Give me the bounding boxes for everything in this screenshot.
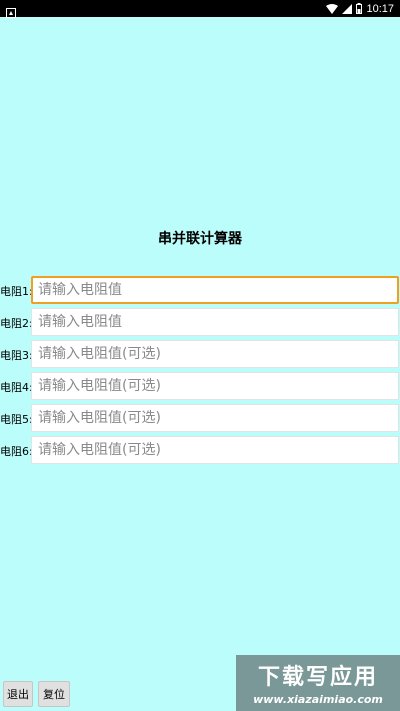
- resistor-row-2: 电阻2:: [0, 308, 400, 336]
- resistor-row-5: 电阻5:: [0, 404, 400, 432]
- resistor-input-2[interactable]: [31, 308, 399, 336]
- watermark-title: 下载写应用: [257, 665, 378, 690]
- resistor-input-3[interactable]: [31, 340, 399, 368]
- exit-button[interactable]: 退出: [3, 681, 33, 707]
- resistor-label-5: 电阻5:: [0, 413, 33, 426]
- wifi-icon: [326, 0, 339, 18]
- resistor-input-4[interactable]: [31, 372, 399, 400]
- resistor-label-3: 电阻3:: [0, 349, 33, 362]
- reset-button[interactable]: 复位: [38, 681, 70, 707]
- app-notification-icon: [6, 3, 16, 18]
- resistor-input-6[interactable]: [31, 436, 399, 464]
- page-title: 串并联计算器: [158, 231, 242, 247]
- resistor-input-1[interactable]: [31, 276, 399, 304]
- resistor-label-1: 电阻1:: [0, 285, 33, 298]
- resistor-row-6: 电阻6:: [0, 436, 400, 464]
- signal-icon: [342, 0, 353, 18]
- resistor-row-4: 电阻4:: [0, 372, 400, 400]
- battery-icon: [356, 0, 363, 18]
- status-time: 10:17: [366, 2, 394, 15]
- resistor-label-4: 电阻4:: [0, 381, 33, 394]
- status-bar: 10:17: [0, 0, 400, 18]
- resistor-label-6: 电阻6:: [0, 445, 33, 458]
- resistor-label-2: 电阻2:: [0, 317, 33, 330]
- watermark-url: www.xiazaimiao.com: [253, 693, 383, 706]
- watermark-logo: 下载写应用 www.xiazaimiao.com: [236, 655, 400, 711]
- resistor-input-5[interactable]: [31, 404, 399, 432]
- resistor-row-3: 电阻3:: [0, 340, 400, 368]
- resistor-row-1: 电阻1:: [0, 276, 400, 304]
